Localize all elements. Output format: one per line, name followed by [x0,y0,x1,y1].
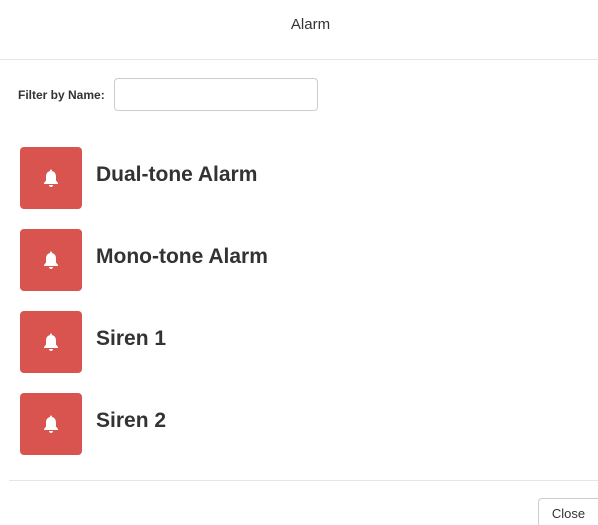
filter-name-input[interactable] [113,78,318,111]
alarm-list: Dual-tone Alarm Mono-tone Alarm Siren 1 … [20,147,580,455]
alarm-dialog: Alarm Filter by Name: Dual-tone Alarm Mo… [0,0,598,525]
bell-icon[interactable] [20,311,82,373]
bell-icon[interactable] [20,147,82,209]
list-item-label[interactable]: Siren 2 [96,409,166,433]
list-item-siren-1[interactable]: Siren 1 [20,311,580,373]
dialog-header: Alarm [0,0,598,60]
bell-icon[interactable] [20,229,82,291]
dialog-footer: Close [9,480,598,525]
close-button[interactable]: Close [538,498,598,525]
list-item-mono-tone-alarm[interactable]: Mono-tone Alarm [20,229,580,291]
list-item-dual-tone-alarm[interactable]: Dual-tone Alarm [20,147,580,209]
list-item-label[interactable]: Dual-tone Alarm [96,163,257,187]
list-item-siren-2[interactable]: Siren 2 [20,393,580,455]
dialog-title: Alarm [290,16,331,33]
filter-label: Filter by Name: [18,87,105,102]
filter-row: Filter by Name: [18,78,318,111]
list-item-label[interactable]: Siren 1 [96,327,166,351]
bell-icon[interactable] [20,393,82,455]
list-item-label[interactable]: Mono-tone Alarm [96,245,268,269]
